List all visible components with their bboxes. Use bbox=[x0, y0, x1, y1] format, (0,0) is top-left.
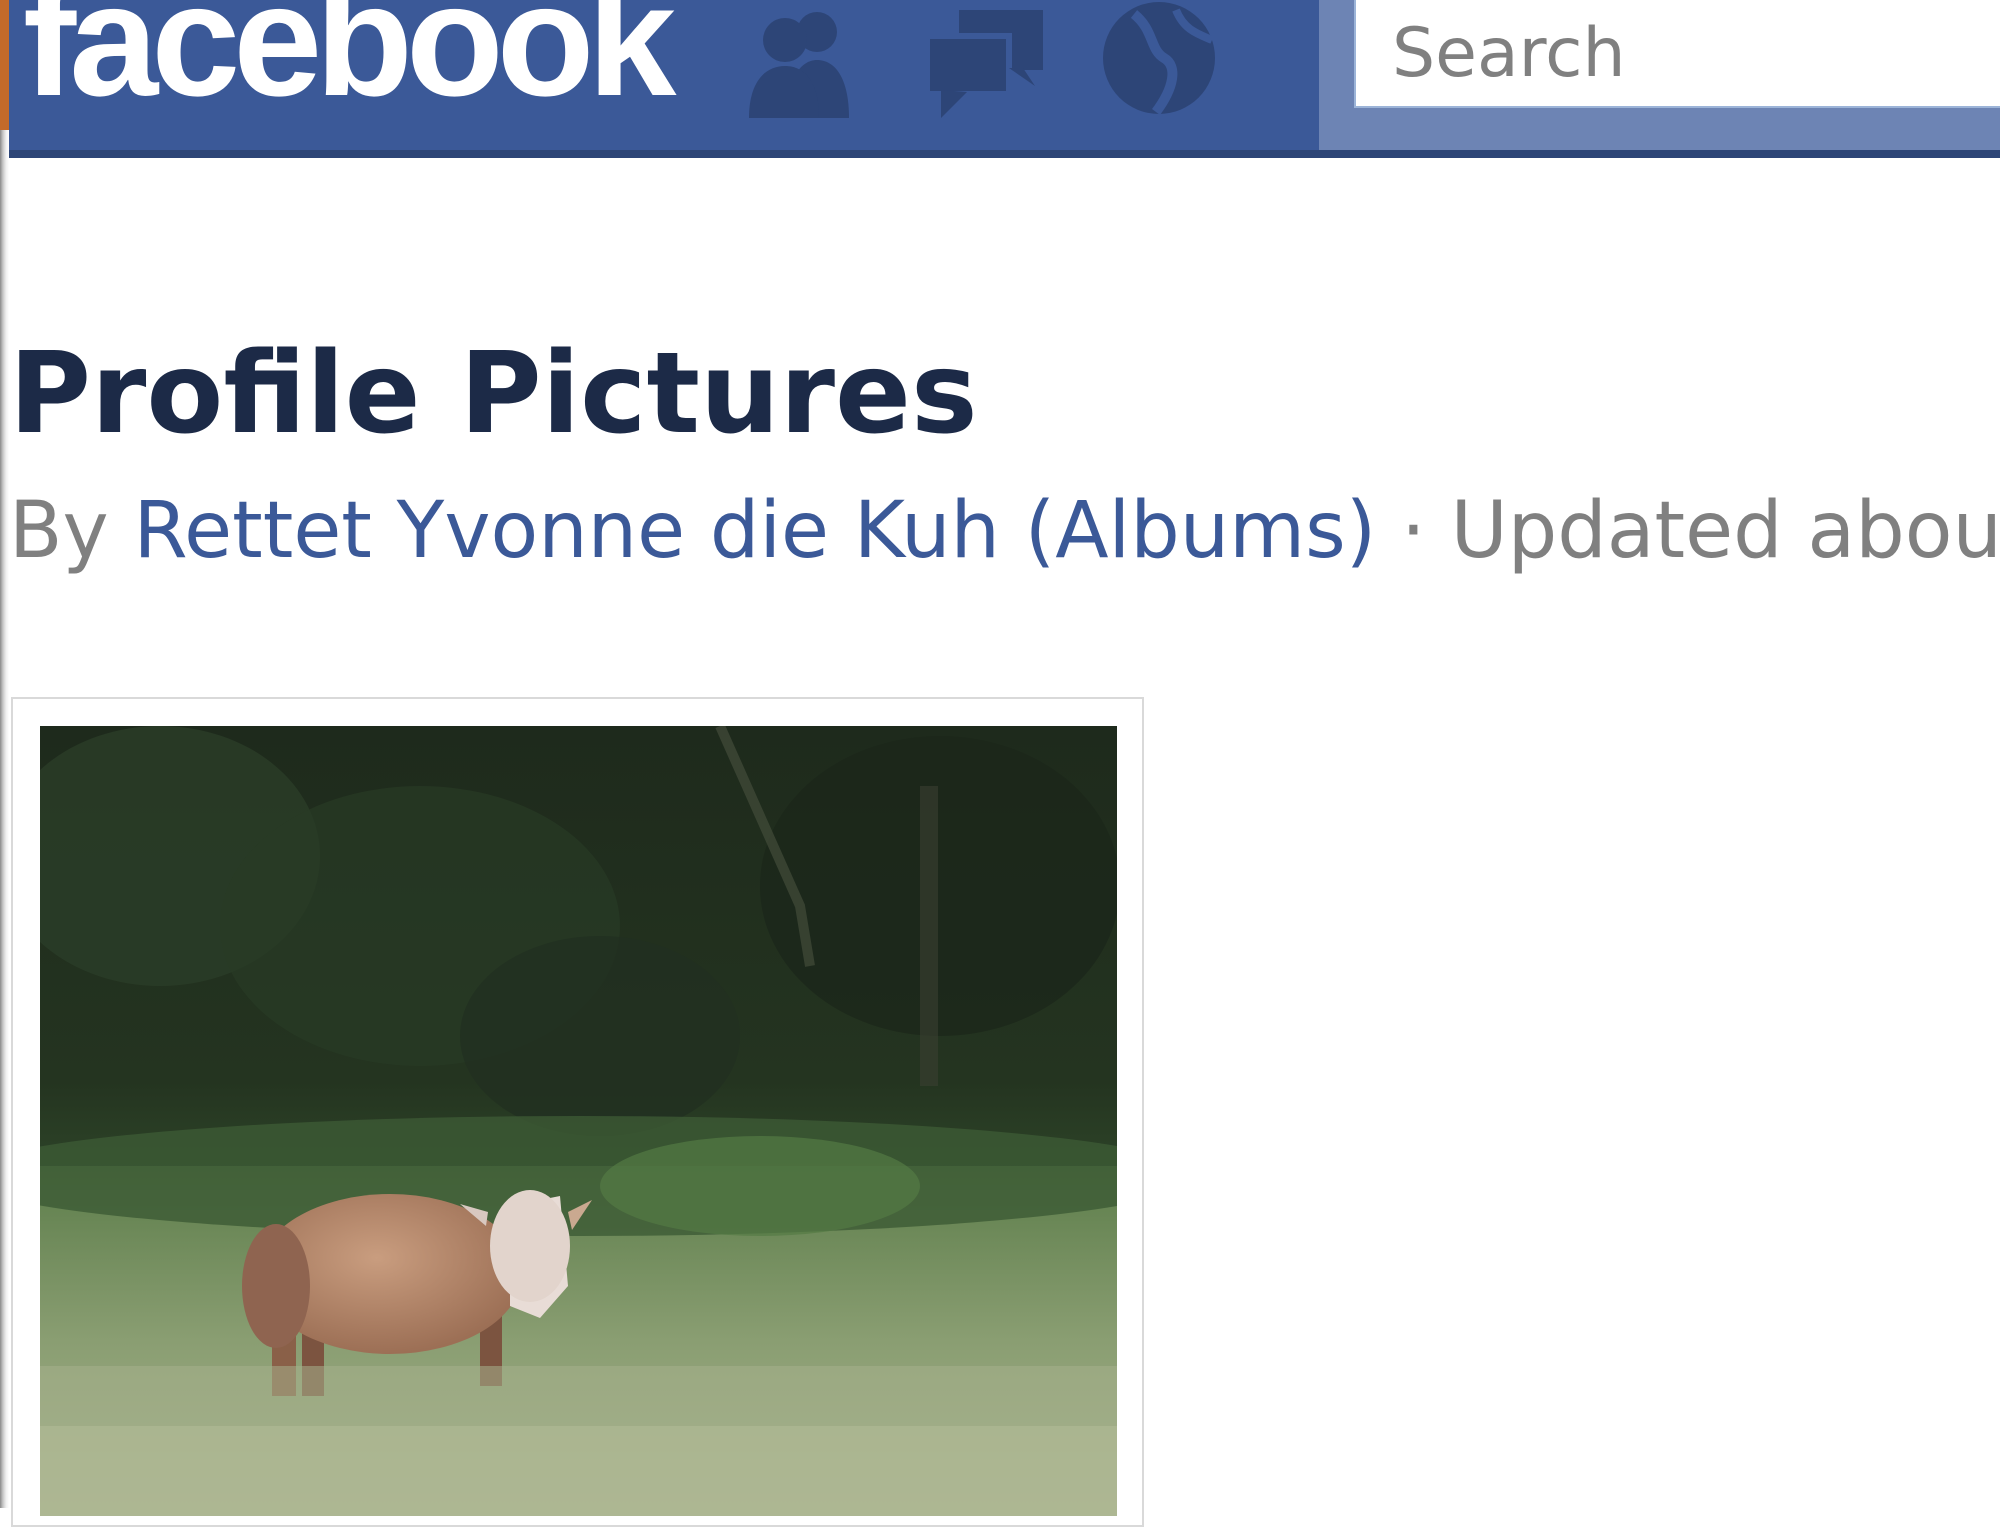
facebook-logo[interactable]: facebook bbox=[23, 0, 676, 120]
page-title: Profile Pictures bbox=[9, 329, 978, 459]
owner-link[interactable]: Rettet Yvonne die Kuh bbox=[133, 486, 1000, 576]
album-byline: By Rettet Yvonne die Kuh (Albums) · Upda… bbox=[9, 492, 2000, 570]
updated-text: Updated about bbox=[1450, 486, 2000, 576]
byline-separator: · bbox=[1401, 486, 1426, 576]
messages-icon[interactable] bbox=[919, 0, 1049, 120]
search-input[interactable] bbox=[1356, 0, 2000, 106]
window-left-edge bbox=[0, 0, 9, 1508]
byline-prefix: By bbox=[9, 486, 109, 576]
photo-thumbnail-frame[interactable] bbox=[11, 697, 1144, 1527]
search-field[interactable] bbox=[1354, 0, 2000, 108]
window-edge-accent bbox=[0, 0, 9, 130]
albums-link[interactable]: (Albums) bbox=[1025, 486, 1376, 576]
cow-in-meadow-photo[interactable] bbox=[40, 726, 1117, 1516]
facebook-blue-bar: facebook bbox=[9, 0, 2000, 158]
friend-requests-icon[interactable] bbox=[739, 0, 869, 120]
notifications-globe-icon[interactable] bbox=[1094, 0, 1224, 120]
